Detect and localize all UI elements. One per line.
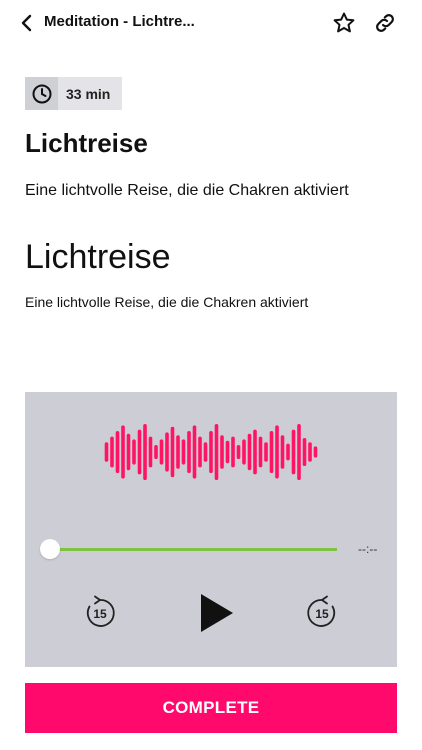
clock-icon	[32, 84, 51, 103]
back-button[interactable]	[16, 12, 38, 34]
waveform-bar	[148, 436, 153, 468]
waveform-bar	[214, 424, 219, 480]
content-heading: Lichtreise	[25, 128, 148, 158]
waveform-bar	[121, 425, 125, 479]
waveform-bar	[231, 436, 235, 468]
waveform-bar	[291, 429, 296, 475]
play-icon	[201, 594, 233, 632]
waveform-bar	[220, 435, 224, 469]
content-subtitle: Eine lichtvolle Reise, die die Chakren a…	[25, 182, 349, 199]
content-heading-large: Lichtreise	[25, 238, 171, 276]
rewind-15-button[interactable]: 15	[81, 594, 119, 632]
waveform-bar	[286, 443, 290, 461]
chevron-left-icon	[21, 14, 32, 32]
waveform-bar	[137, 429, 142, 475]
page-title: Meditation - Lichtre...	[44, 13, 195, 30]
waveform-bar	[198, 436, 202, 468]
waveform-bar	[253, 429, 257, 475]
complete-button[interactable]: COMPLETE	[25, 683, 397, 733]
waveform-bar	[308, 442, 312, 462]
rewind-15-icon: 15	[86, 595, 115, 627]
waveform-graphic	[104, 424, 318, 480]
waveform-bar	[104, 442, 109, 462]
waveform-bar	[110, 436, 114, 468]
waveform-bar	[280, 435, 285, 469]
share-link-button[interactable]	[373, 11, 397, 35]
waveform-bar	[159, 439, 164, 465]
waveform-bar	[170, 426, 175, 478]
waveform-bar	[269, 431, 274, 473]
progress-knob[interactable]	[40, 539, 60, 559]
waveform-bar	[192, 425, 197, 479]
duration-badge: 33 min	[25, 77, 122, 110]
waveform-bar	[302, 438, 307, 466]
waveform-bar	[313, 446, 318, 458]
duration-label: 33 min	[66, 85, 111, 102]
link-icon	[376, 14, 394, 32]
duration-icon-box	[25, 77, 58, 110]
waveform-bar	[165, 432, 169, 472]
waveform-bar	[225, 440, 230, 464]
waveform-bar	[297, 424, 301, 480]
waveform-bar	[126, 433, 131, 471]
waveform-bar	[275, 425, 279, 479]
waveform-bar	[176, 435, 180, 469]
rewind-seconds-label: 15	[93, 607, 107, 621]
play-button[interactable]	[195, 590, 239, 636]
waveform-bar	[181, 439, 186, 465]
forward-15-button[interactable]: 15	[303, 594, 341, 632]
forward-seconds-label: 15	[315, 607, 329, 621]
waveform-bar	[143, 424, 147, 480]
waveform-bar	[236, 445, 241, 459]
audio-player: --:-- 15 15	[25, 392, 397, 667]
forward-15-icon: 15	[307, 595, 336, 627]
waveform-bar	[264, 442, 268, 462]
progress-bar[interactable]	[51, 548, 337, 551]
time-remaining: --:--	[358, 542, 378, 556]
star-outline-icon	[333, 12, 355, 33]
waveform-bar	[203, 442, 208, 462]
waveform-bar	[247, 433, 252, 471]
waveform-bar	[187, 431, 191, 473]
waveform-bar	[115, 431, 120, 473]
waveform-bar	[154, 445, 158, 459]
favorite-button[interactable]	[332, 11, 356, 35]
header: Meditation - Lichtre...	[0, 0, 422, 46]
waveform-bar	[258, 436, 263, 468]
waveform-bar	[242, 439, 246, 465]
content-subtitle-small: Eine lichtvolle Reise, die die Chakren a…	[25, 294, 309, 310]
waveform-bar	[209, 431, 213, 473]
waveform-bar	[132, 439, 136, 465]
